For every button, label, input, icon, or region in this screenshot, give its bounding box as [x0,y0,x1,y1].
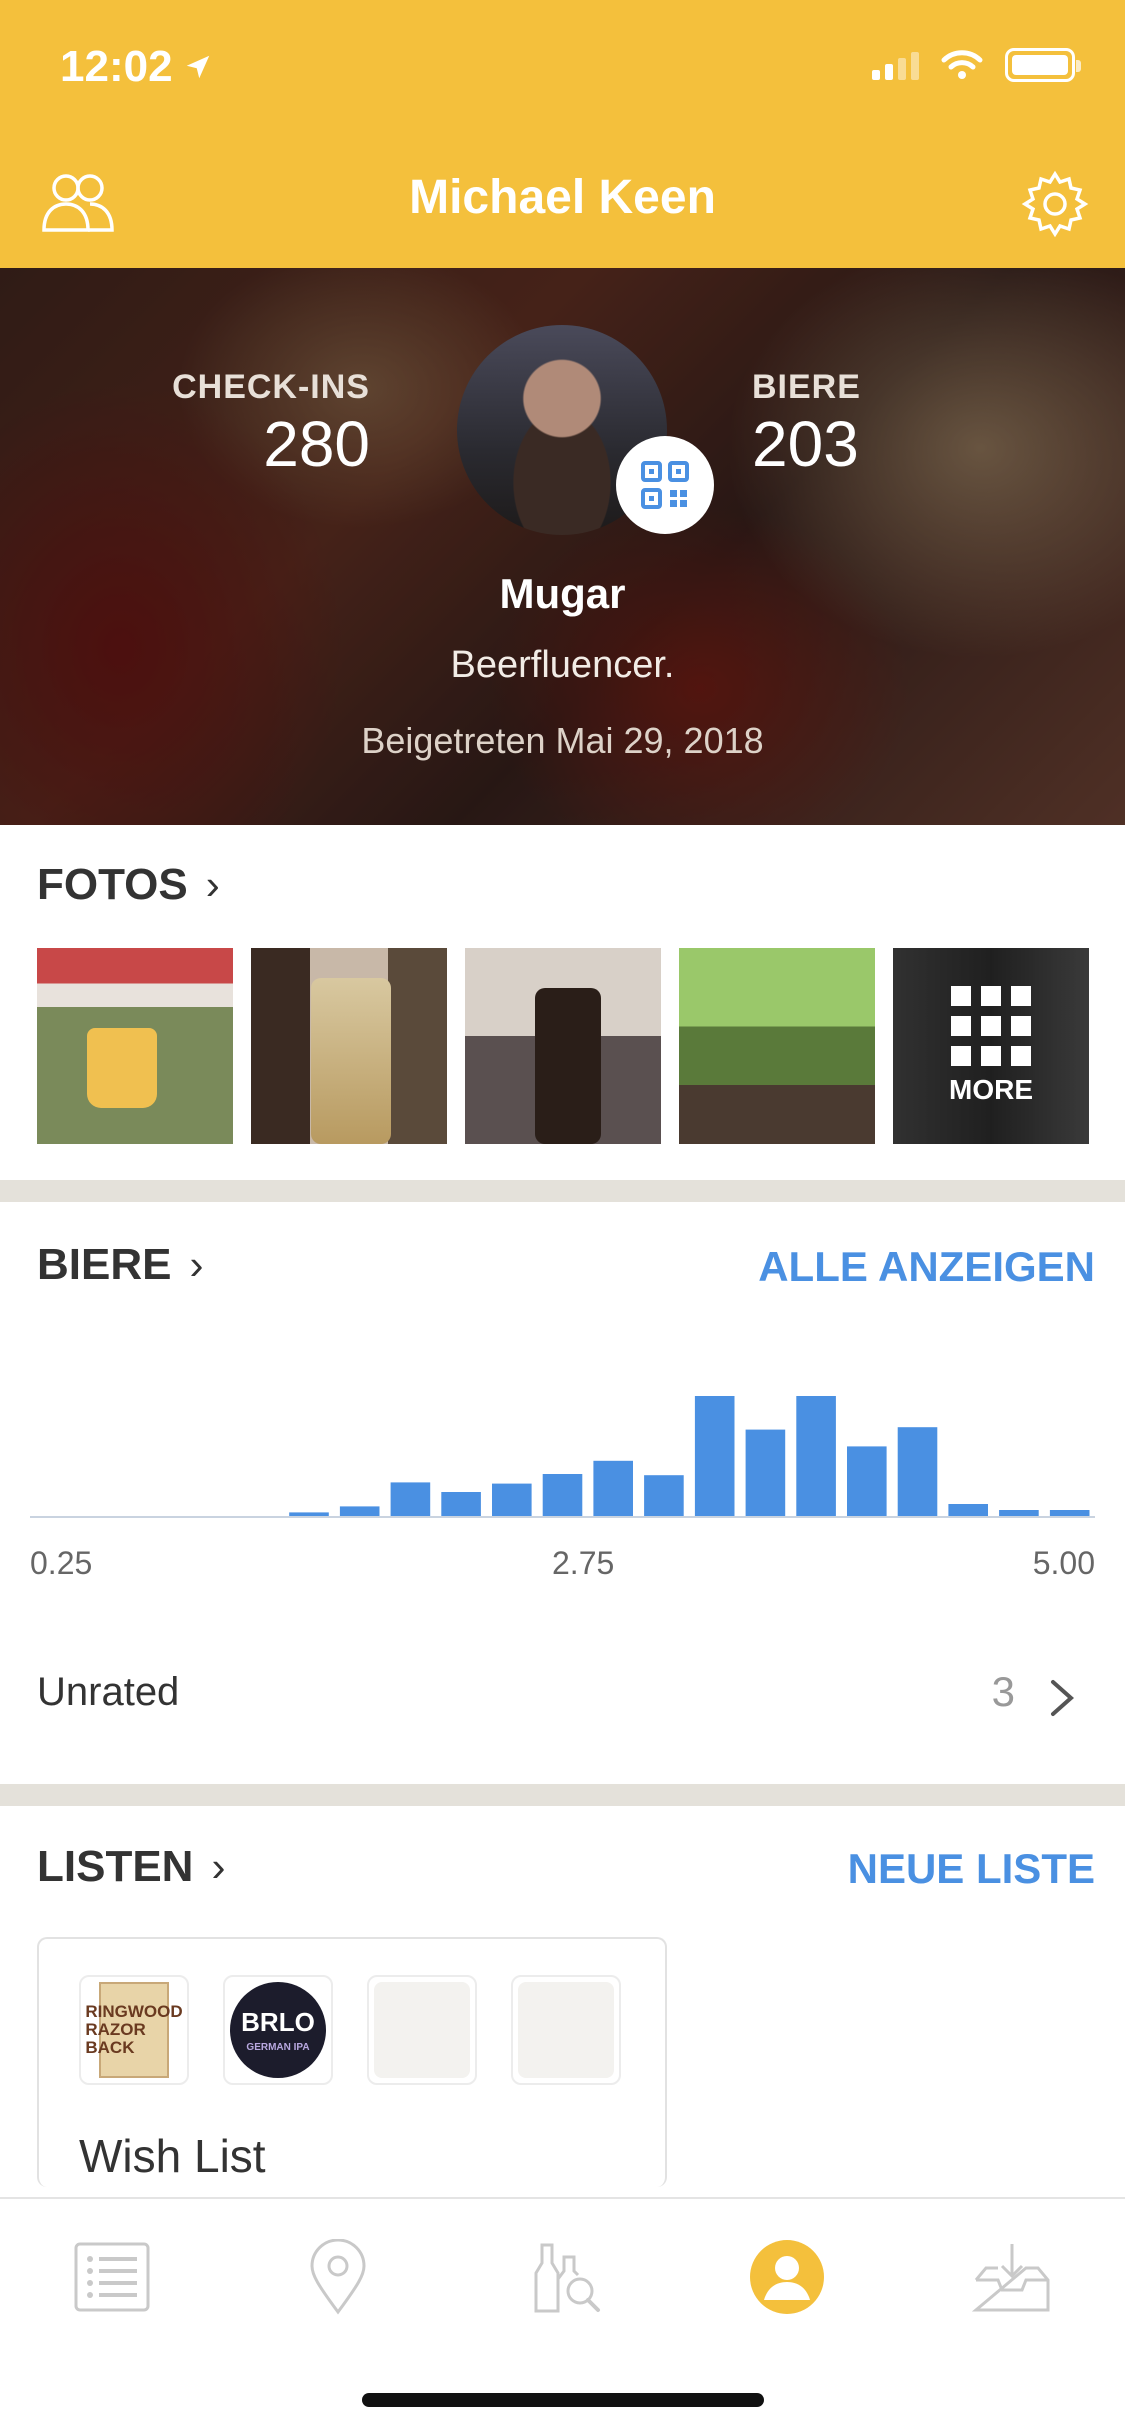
chart-bar [390,1482,431,1516]
chevron-right-icon: › [211,1843,226,1890]
inbox-download-icon [972,2244,1050,2312]
unrated-row[interactable]: Unrated 3 [0,1640,1125,1750]
new-list-link[interactable]: NEUE LISTE [848,1845,1095,1893]
rating-distribution-chart [289,1396,1090,1516]
beers-section-header[interactable]: BIERE › [37,1240,203,1290]
beer-label-thumbnail: BRLO GERMAN IPA [223,1975,333,2085]
chart-bar [542,1474,583,1516]
section-divider [0,1784,1125,1806]
gear-icon[interactable] [1019,168,1091,240]
location-arrow-icon [186,55,209,79]
chevron-right-icon: › [189,1241,204,1288]
status-indicators [872,48,1081,82]
username: Mugar [499,570,626,617]
chart-bar [796,1396,836,1516]
battery-icon [1005,48,1081,82]
tick-label-max: 5.00 [1032,1545,1095,1581]
photo-thumbnail[interactable] [37,948,233,1144]
wifi-icon [941,50,983,79]
checkins-value: 280 [263,408,370,480]
chart-bar [694,1396,735,1516]
qr-code-button[interactable] [616,436,714,534]
beer-search-icon [534,2243,600,2313]
section-divider [0,1180,1125,1202]
map-pin-icon [310,2239,366,2315]
photos-section-header[interactable]: FOTOS › [37,860,220,910]
list-thumbnails: RINGWOOD RAZOR BACK BRLO GERMAN IPA [79,1975,621,2085]
photo-thumbnail[interactable] [679,948,875,1144]
checkins-label: CHECK-INS [172,368,370,406]
lists-title: LISTEN [37,1842,194,1891]
empty-thumbnail [367,1975,477,2085]
grid-icon [951,986,1031,1066]
bio: Beerfluencer. [450,644,675,686]
tick-label-mid: 2.75 [552,1545,615,1581]
tab-venues[interactable] [298,2237,378,2317]
more-photos-button[interactable]: MORE [893,948,1089,1144]
status-time-text: 12:02 [60,42,173,91]
razorback-label: RINGWOOD RAZOR BACK [85,1982,183,2078]
beer-label-thumbnail: RINGWOOD RAZOR BACK [79,1975,189,2085]
brlo-label: BRLO GERMAN IPA [230,1982,326,2078]
tab-search-beers[interactable] [522,2237,602,2317]
profile-hero: CHECK-INS 280 BIERE 203 Mugar Beerfluenc… [0,268,1125,825]
chart-bar [492,1483,532,1516]
beers-stat[interactable]: BIERE 203 [752,368,861,481]
beers-label: BIERE [752,368,861,406]
unrated-label: Unrated [37,1670,180,1714]
chevron-right-icon [1051,1680,1075,1716]
photo-strip: MORE [37,948,1089,1144]
brlo-label-text: BRLO [241,2007,315,2037]
checkins-stat[interactable]: CHECK-INS 280 [172,368,370,481]
tick-label-min: 0.25 [30,1545,93,1581]
page-title: Michael Keen [409,171,716,224]
more-overlay: MORE [893,948,1089,1144]
home-indicator [362,2393,764,2407]
beers-value: 203 [752,408,859,480]
list-name: Wish List [79,2130,266,2182]
status-time: 12:02 [60,42,213,92]
chart-bar [897,1427,938,1516]
chart-axis [30,1516,1095,1518]
more-label: MORE [949,1074,1033,1105]
list-card-wish-list[interactable]: RINGWOOD RAZOR BACK BRLO GERMAN IPA Wish… [37,1937,667,2187]
chart-bar [948,1504,988,1516]
unrated-count: 3 [991,1668,1015,1715]
chart-bar [441,1492,481,1516]
list-icon [74,2242,150,2312]
chart-bar [339,1506,380,1516]
chart-bar [644,1475,684,1516]
photo-thumbnail[interactable] [251,948,447,1144]
chart-bar [847,1446,887,1516]
empty-thumbnail [511,1975,621,2085]
profile-icon [750,2240,824,2314]
tab-activity[interactable] [72,2237,152,2317]
chart-bar [593,1460,633,1516]
lists-section-header[interactable]: LISTEN › [37,1842,225,1892]
chart-bar [745,1429,786,1516]
app-header: 12:02 Michael Keen [0,0,1125,268]
beers-title: BIERE [37,1240,172,1289]
signal-icon [872,50,919,80]
photos-title: FOTOS [37,860,188,909]
photo-thumbnail[interactable] [465,948,661,1144]
qr-code-icon [641,461,689,509]
tab-profile[interactable] [747,2237,827,2317]
joined-date: Beigetreten Mai 29, 2018 [361,720,764,761]
brlo-label-subtext: GERMAN IPA [246,2042,310,2053]
tab-inbox[interactable] [972,2237,1052,2317]
chevron-right-icon: › [205,861,220,908]
show-all-link[interactable]: ALLE ANZEIGEN [758,1243,1095,1291]
